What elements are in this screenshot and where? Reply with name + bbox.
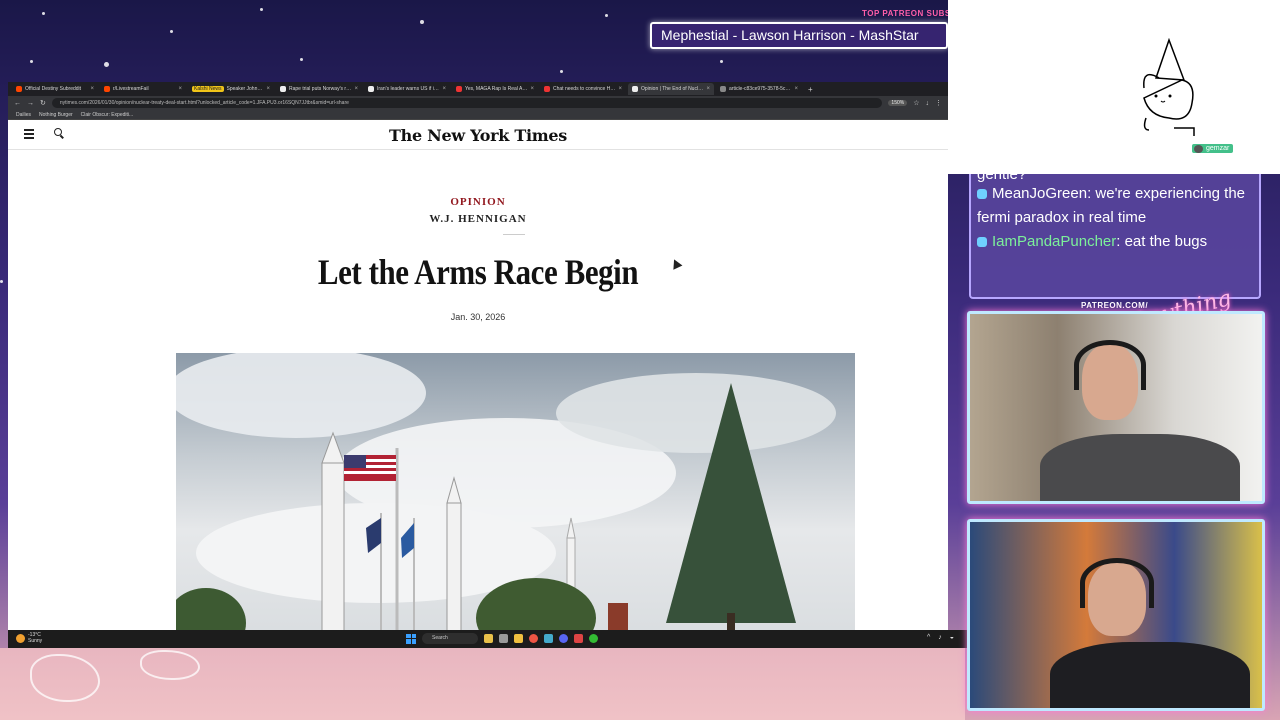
news-icon [280, 86, 286, 92]
chat-username[interactable]: MeanJoGreen [992, 185, 1087, 202]
tab-rape-trial[interactable]: Rape trial puts Norway's royal ...× [276, 83, 362, 95]
headset-icon [1074, 340, 1146, 390]
close-icon[interactable]: × [90, 86, 94, 92]
app-icon[interactable] [499, 634, 508, 643]
reddit-icon [104, 86, 110, 92]
close-icon[interactable]: × [178, 86, 182, 92]
avatar [1194, 145, 1203, 153]
chat-text: : eat the bugs [1116, 233, 1208, 250]
folder-icon[interactable] [514, 634, 523, 643]
nyt-logo[interactable]: The New York Times [8, 126, 948, 145]
bookmark-clair-obscur[interactable]: Clair Obscur: Expediti... [81, 112, 134, 118]
nyt-header: The New York Times [8, 120, 948, 150]
close-icon[interactable]: × [530, 86, 534, 92]
close-icon[interactable]: × [794, 86, 798, 92]
reddit-icon [16, 86, 22, 92]
chat-badge-icon [977, 189, 987, 200]
volume-icon[interactable]: ♪ [938, 634, 942, 641]
browser-window: Official Destiny Subreddit × r/Livestream… [8, 82, 948, 648]
chat-badge-icon [977, 237, 987, 248]
tab-destiny-subreddit[interactable]: Official Destiny Subreddit × [12, 83, 98, 95]
download-icon[interactable]: ↓ [926, 100, 930, 107]
article-page: The New York Times OPINION W.J. HENNIGAN… [8, 120, 948, 648]
tab-iran-leader[interactable]: Iran's leader warns US if it start...× [364, 83, 450, 95]
tab-maga-rap[interactable]: Yes, MAGA Rap Is Real And Tru...× [452, 83, 538, 95]
section-kicker[interactable]: OPINION [8, 196, 948, 208]
webcam-bottom [967, 519, 1265, 711]
close-icon[interactable]: × [354, 86, 358, 92]
gnome-cat-drawing [1143, 38, 1195, 136]
taskbar-apps: Search [406, 633, 598, 644]
chat-box: gentle? MeanJoGreen: we're experiencing … [969, 174, 1261, 299]
hero-image [176, 353, 855, 648]
app-icon[interactable] [574, 634, 583, 643]
bookmarks-bar: Dailies Nothing Burger Clair Obscur: Exp… [8, 110, 948, 120]
article-headline: Let the Arms Race Begin [317, 252, 639, 292]
chat-username[interactable]: IamPandaPuncher [992, 233, 1116, 250]
forward-icon[interactable]: → [27, 100, 34, 107]
byline[interactable]: W.J. HENNIGAN [8, 213, 948, 225]
tab-strip: Official Destiny Subreddit × r/Livestream… [8, 82, 948, 96]
close-icon[interactable]: × [706, 86, 710, 92]
chat-message: MeanJoGreen: we're experiencing the ferm… [977, 182, 1253, 230]
tab-nyt-opinion[interactable]: Opinion | The End of Nuclear A...× [628, 83, 714, 95]
back-icon[interactable]: ← [14, 100, 21, 107]
weather-widget[interactable]: -13°C Sunny [16, 632, 42, 644]
bookmark-nothing-burger[interactable]: Nothing Burger [39, 112, 73, 118]
browser-icon[interactable] [529, 634, 538, 643]
person-body [1040, 434, 1240, 501]
close-icon[interactable]: × [618, 86, 622, 92]
tab-speaker-johnson[interactable]: Kalshi NewsSpeaker Johnson is 'confident… [188, 83, 274, 95]
windows-start-icon[interactable] [406, 633, 416, 644]
discord-icon[interactable] [559, 634, 568, 643]
explorer-icon[interactable] [484, 634, 493, 643]
new-tab-button[interactable]: + [804, 85, 817, 94]
tab-badge: Kalshi News [192, 86, 224, 92]
chrome-icon[interactable] [589, 634, 598, 643]
url-field[interactable]: nytimes.com/2026/01/30/opinion/nuclear-t… [51, 98, 883, 108]
tab-article-file[interactable]: article-c83ce975-3578-5cc... × [716, 83, 802, 95]
bookmark-dailies[interactable]: Dailies [16, 112, 31, 118]
speaker-icon [720, 86, 726, 92]
zoom-badge[interactable]: 150% [888, 100, 908, 106]
youtube-icon [456, 86, 462, 92]
news-icon [368, 86, 374, 92]
close-icon[interactable]: × [266, 86, 270, 92]
webcam-top [967, 311, 1265, 504]
chevron-up-icon[interactable]: ^ [927, 634, 930, 641]
top-patreon-subs-label: TOP PATREON SUBS [862, 9, 951, 18]
address-bar: ← → ↻ nytimes.com/2026/01/30/opinion/nuc… [8, 96, 948, 110]
taskbar-search[interactable]: Search [422, 633, 478, 644]
headset-icon [1080, 558, 1154, 608]
background-floor [0, 648, 965, 720]
person-body [1050, 642, 1250, 708]
chat-partial-message: gentle? [977, 174, 1027, 183]
wifi-icon[interactable]: ◒ [950, 634, 954, 641]
close-icon[interactable]: × [442, 86, 446, 92]
chat-message: IamPandaPuncher: eat the bugs [977, 230, 1253, 254]
user-tag: gemzar [1192, 144, 1234, 153]
nyt-icon [632, 86, 638, 92]
tab-chat-convince[interactable]: Chat needs to convince Hasan ...× [540, 83, 626, 95]
windows-taskbar: -13°C Sunny Search ^ ♪ ◒ [8, 630, 968, 648]
sun-icon [16, 633, 25, 643]
divider [503, 234, 525, 235]
youtube-icon [544, 86, 550, 92]
app-icon[interactable] [544, 634, 553, 643]
menu-icon[interactable]: ⋮ [935, 99, 942, 107]
patreon-subs-marquee: Mephestial - Lawson Harrison - MashStar [650, 22, 948, 49]
tab-livestreamfail[interactable]: r/LivestreamFail × [100, 83, 186, 95]
star-icon[interactable]: ☆ [913, 99, 919, 107]
system-tray: ^ ♪ ◒ [927, 634, 954, 641]
reload-icon[interactable]: ↻ [40, 99, 46, 107]
article-date: Jan. 30, 2026 [450, 312, 506, 322]
